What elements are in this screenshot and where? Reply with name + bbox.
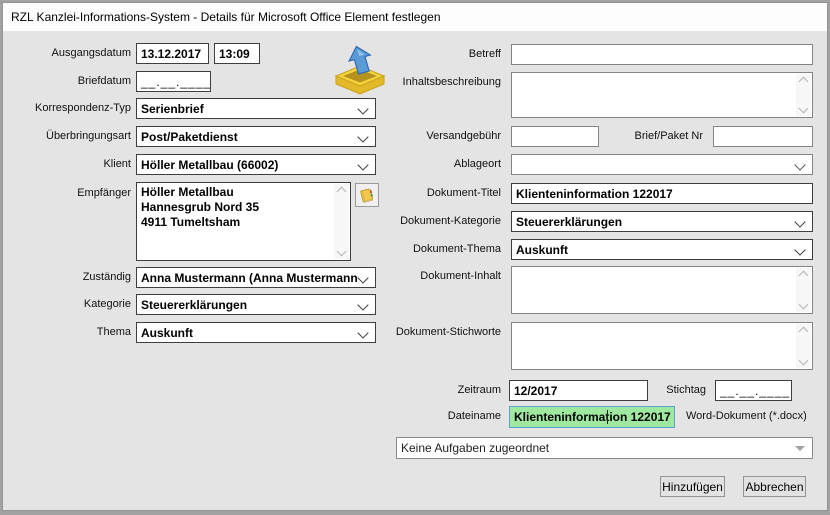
klient-value: Höller Metallbau (66002) bbox=[141, 158, 278, 172]
label-briefdatum: Briefdatum bbox=[11, 75, 131, 87]
chevron-down-icon bbox=[794, 159, 805, 170]
titlebar[interactable]: RZL Kanzlei-Informations-System - Detail… bbox=[3, 3, 827, 31]
label-dokument-stichworte: Dokument-Stichworte bbox=[353, 326, 501, 338]
scrollbar[interactable] bbox=[334, 184, 349, 259]
kategorie-select[interactable]: Steuererklärungen bbox=[136, 294, 376, 315]
empfaenger-textarea[interactable]: Höller Metallbau Hannesgrub Nord 35 4911… bbox=[136, 182, 351, 261]
ueberbringungsart-value: Post/Paketdienst bbox=[141, 130, 238, 144]
dateiname-input[interactable]: Klienteninformation 122017 bbox=[509, 406, 675, 428]
ablageort-select[interactable] bbox=[511, 154, 813, 175]
scrollbar[interactable] bbox=[796, 268, 811, 312]
brief-paket-nr-input[interactable] bbox=[713, 126, 813, 147]
label-zustaendig: Zuständig bbox=[11, 271, 131, 283]
versandgebuehr-input[interactable] bbox=[511, 126, 599, 147]
label-klient: Klient bbox=[11, 158, 131, 170]
label-ueberbringungsart: Überbringungsart bbox=[11, 130, 131, 142]
scrollbar[interactable] bbox=[796, 324, 811, 368]
dialog-window: RZL Kanzlei-Informations-System - Detail… bbox=[2, 2, 828, 511]
korrespondenz-typ-select[interactable]: Serienbrief bbox=[136, 98, 376, 119]
aufgaben-value: Keine Aufgaben zugeordnet bbox=[401, 441, 549, 455]
label-stichtag: Stichtag bbox=[623, 384, 706, 396]
label-dokument-inhalt: Dokument-Inhalt bbox=[353, 270, 501, 282]
label-inhaltsbeschreibung: Inhaltsbeschreibung bbox=[353, 76, 501, 88]
klient-select[interactable]: Höller Metallbau (66002) bbox=[136, 154, 376, 175]
window-title: RZL Kanzlei-Informations-System - Detail… bbox=[11, 10, 441, 24]
text-cursor bbox=[607, 410, 608, 424]
chevron-down-icon bbox=[357, 299, 368, 310]
dokument-kategorie-value: Steuererklärungen bbox=[516, 215, 622, 229]
scroll-down-icon[interactable] bbox=[799, 104, 809, 114]
chevron-down-icon bbox=[357, 103, 368, 114]
chevron-down-icon bbox=[794, 216, 805, 227]
label-betreff: Betreff bbox=[353, 48, 501, 60]
dokument-titel-input[interactable]: Klienteninformation 122017 bbox=[511, 183, 813, 204]
label-dokument-titel: Dokument-Titel bbox=[353, 187, 501, 199]
scroll-down-icon[interactable] bbox=[799, 356, 809, 366]
label-versandgebuehr: Versandgebühr bbox=[353, 130, 501, 142]
label-ablageort: Ablageort bbox=[353, 158, 501, 170]
label-brief-paket-nr: Brief/Paket Nr bbox=[613, 130, 703, 142]
chevron-down-icon bbox=[794, 244, 805, 255]
scroll-up-icon[interactable] bbox=[799, 271, 809, 281]
zustaendig-value: Anna Mustermann (Anna Mustermann bbox=[141, 271, 358, 285]
label-dateiname: Dateiname bbox=[353, 410, 501, 422]
scroll-down-icon[interactable] bbox=[799, 300, 809, 310]
label-dokument-thema: Dokument-Thema bbox=[353, 243, 501, 255]
korrespondenz-typ-value: Serienbrief bbox=[141, 102, 204, 116]
kategorie-value: Steuererklärungen bbox=[141, 298, 247, 312]
dokument-stichworte-textarea[interactable] bbox=[511, 322, 813, 370]
scrollbar[interactable] bbox=[796, 74, 811, 116]
hinzufuegen-button[interactable]: Hinzufügen bbox=[660, 476, 725, 497]
ausgangsdatum-date-input[interactable]: 13.12.2017 bbox=[136, 43, 209, 64]
briefdatum-input[interactable]: __.__.____ bbox=[136, 71, 211, 92]
dateiname-value: Klienteninformation 122017 bbox=[514, 410, 671, 424]
dokument-inhalt-textarea[interactable] bbox=[511, 266, 813, 314]
empfaenger-text: Höller Metallbau Hannesgrub Nord 35 4911… bbox=[141, 185, 330, 230]
inhaltsbeschreibung-textarea[interactable] bbox=[511, 72, 813, 118]
scroll-up-icon[interactable] bbox=[799, 327, 809, 337]
dropdown-triangle-icon bbox=[795, 446, 805, 451]
thema-value: Auskunft bbox=[141, 326, 193, 340]
dokument-thema-value: Auskunft bbox=[516, 243, 568, 257]
label-kategorie: Kategorie bbox=[11, 298, 131, 310]
label-korrespondenz-typ: Korrespondenz-Typ bbox=[11, 102, 131, 114]
aufgaben-select[interactable]: Keine Aufgaben zugeordnet bbox=[396, 437, 813, 459]
label-zeitraum: Zeitraum bbox=[353, 384, 501, 396]
label-ausgangsdatum: Ausgangsdatum bbox=[11, 47, 131, 59]
scroll-down-icon[interactable] bbox=[337, 247, 347, 257]
zustaendig-select[interactable]: Anna Mustermann (Anna Mustermann bbox=[136, 267, 376, 288]
label-dokument-kategorie: Dokument-Kategorie bbox=[353, 215, 501, 227]
filetype-label: Word-Dokument (*.docx) bbox=[686, 410, 807, 422]
label-empfaenger: Empfänger bbox=[11, 187, 131, 199]
betreff-input[interactable] bbox=[511, 44, 813, 65]
abbrechen-button[interactable]: Abbrechen bbox=[743, 476, 806, 497]
label-thema: Thema bbox=[11, 326, 131, 338]
scroll-up-icon[interactable] bbox=[337, 187, 347, 197]
ausgangsdatum-time-input[interactable]: 13:09 bbox=[214, 43, 260, 64]
dokument-thema-select[interactable]: Auskunft bbox=[511, 239, 813, 260]
ueberbringungsart-select[interactable]: Post/Paketdienst bbox=[136, 126, 376, 147]
thema-select[interactable]: Auskunft bbox=[136, 322, 376, 343]
dokument-kategorie-select[interactable]: Steuererklärungen bbox=[511, 211, 813, 232]
scroll-up-icon[interactable] bbox=[799, 77, 809, 87]
stichtag-input[interactable]: __.__.____ bbox=[715, 380, 792, 401]
